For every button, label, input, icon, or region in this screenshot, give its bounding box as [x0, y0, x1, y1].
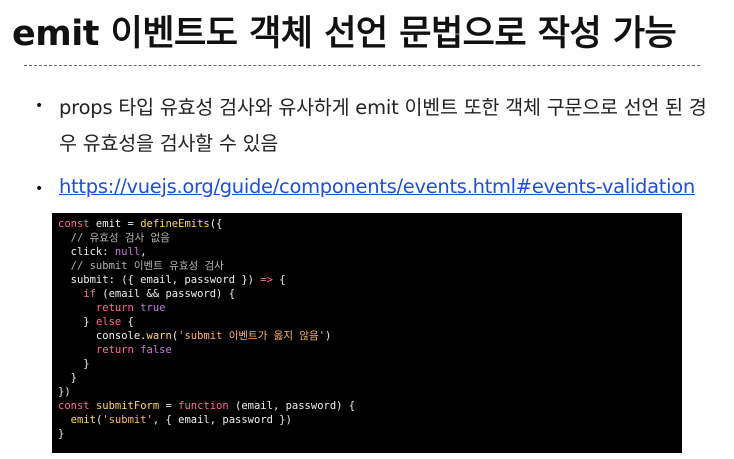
- code-token: emit =: [89, 218, 141, 230]
- code-line: if (email && password) {: [58, 287, 676, 301]
- code-line: }): [58, 385, 676, 399]
- code-block: const emit = defineEmits({ // 유효성 검사 없음 …: [52, 213, 682, 453]
- code-line: emit('submit', { email, password }): [58, 413, 676, 427]
- code-token: console.: [58, 330, 147, 342]
- code-token: emit: [70, 414, 96, 426]
- code-token: // 유효성 검사 없음: [58, 232, 170, 244]
- code-token: }): [58, 386, 71, 398]
- code-line: const submitForm = function (email, pass…: [58, 399, 676, 413]
- code-line: }: [58, 427, 676, 441]
- code-token: defineEmits: [140, 218, 210, 230]
- code-line: } else {: [58, 315, 676, 329]
- code-token: {: [121, 316, 134, 328]
- code-line: }: [58, 357, 676, 371]
- code-token: (email && password) {: [95, 288, 236, 300]
- code-token: =: [159, 400, 179, 412]
- code-line: const emit = defineEmits({: [58, 217, 676, 231]
- code-line: click: null,: [58, 245, 676, 259]
- code-line: // submit 이벤트 유효성 검사: [58, 259, 676, 273]
- code-token: ,: [140, 246, 147, 258]
- code-token: }: [58, 358, 90, 370]
- code-line: return true: [58, 301, 676, 315]
- code-token: return: [58, 344, 134, 356]
- code-token: submit: ({ email, password }): [58, 274, 261, 286]
- docs-link[interactable]: https://vuejs.org/guide/components/event…: [59, 173, 695, 201]
- bullet-marker: •: [35, 98, 44, 114]
- code-line: }: [58, 371, 676, 385]
- code-token: {: [272, 274, 286, 286]
- code-token: }: [58, 428, 65, 440]
- code-token: true: [140, 302, 166, 314]
- code-line: // 유효성 검사 없음: [58, 231, 676, 245]
- code-token: warn: [146, 330, 172, 342]
- code-token: false: [140, 344, 172, 356]
- code-token: click:: [58, 246, 115, 258]
- slide-title: emit 이벤트도 객체 선언 문법으로 작성 가능: [12, 14, 677, 54]
- code-token: }: [58, 372, 77, 384]
- code-token: return: [58, 302, 134, 314]
- code-token: const: [58, 218, 90, 230]
- code-token: ): [324, 330, 332, 342]
- code-token: (email, password) {: [228, 400, 356, 412]
- code-token: else: [95, 316, 122, 328]
- code-token: submitForm: [95, 400, 160, 412]
- code-token: // submit 이벤트 유효성 검사: [58, 260, 224, 272]
- code-token: 'submit 이벤트가 옳지 않음': [178, 330, 325, 342]
- bullet-marker: •: [35, 181, 44, 197]
- code-token: }: [58, 316, 96, 328]
- code-token: ({: [209, 218, 223, 230]
- code-token: const: [58, 400, 90, 412]
- code-token: =>: [260, 274, 273, 286]
- code-token: if: [58, 288, 96, 300]
- code-line: return false: [58, 343, 676, 357]
- code-token: 'submit': [102, 414, 153, 426]
- title-divider: [24, 65, 700, 66]
- code-line: submit: ({ email, password }) => {: [58, 273, 676, 287]
- code-token: null: [114, 246, 141, 258]
- code-listing: const emit = defineEmits({ // 유효성 검사 없음 …: [52, 213, 682, 445]
- bullet-text: props 타입 유효성 검사와 유사하게 emit 이벤트 또한 객체 구문으…: [59, 96, 707, 155]
- code-token: function: [178, 400, 229, 412]
- code-token: , { email, password }): [152, 414, 292, 426]
- code-line: console.warn('submit 이벤트가 옳지 않음'): [58, 329, 676, 343]
